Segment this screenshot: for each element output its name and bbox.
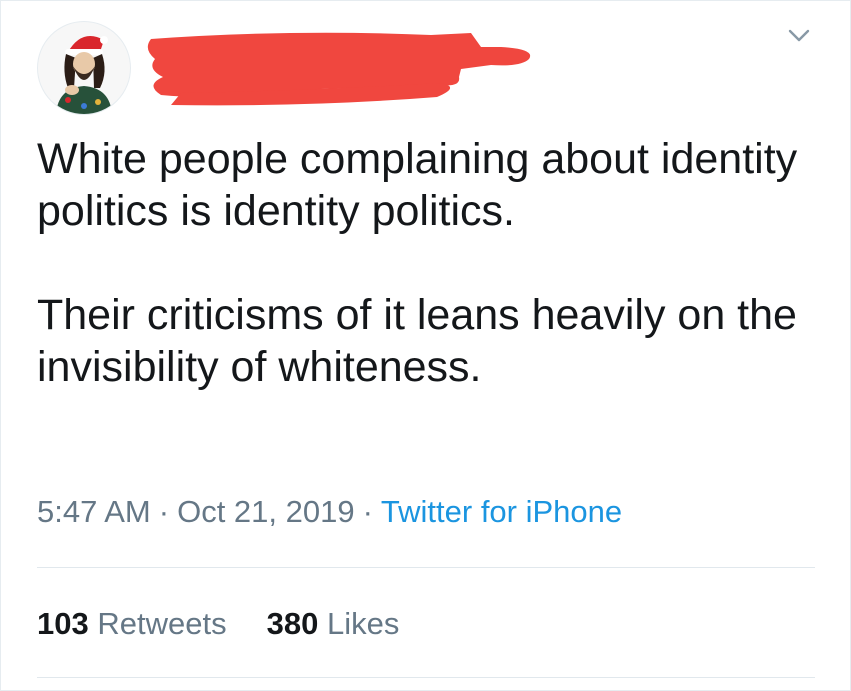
- retweets-stat[interactable]: 103 Retweets: [37, 606, 227, 641]
- chevron-down-icon[interactable]: [785, 23, 813, 47]
- likes-stat[interactable]: 380 Likes: [267, 606, 400, 641]
- avatar-illustration-icon: [56, 36, 112, 114]
- tweet-stats: 103 Retweets 380 Likes: [37, 605, 399, 643]
- tweet-date[interactable]: Oct 21, 2019: [177, 494, 355, 529]
- retweets-count: 103: [37, 606, 89, 641]
- tweet-paragraph: Their criticisms of it leans heavily on …: [37, 291, 797, 391]
- separator: ·: [362, 494, 373, 529]
- retweets-label: Retweets: [97, 606, 227, 641]
- likes-count: 380: [266, 606, 319, 641]
- divider: [37, 677, 815, 678]
- separator: ·: [158, 494, 170, 529]
- tweet-metadata: 5:47 AM · Oct 21, 2019 · Twitter for iPhone: [37, 493, 622, 531]
- tweet-text: White people complaining about identity …: [37, 133, 817, 393]
- tweet-time[interactable]: 5:47 AM: [37, 494, 151, 529]
- tweet-paragraph: White people complaining about identity …: [37, 135, 798, 235]
- redacted-username: [141, 25, 541, 115]
- tweet-source-link[interactable]: Twitter for iPhone: [381, 494, 622, 529]
- divider: [37, 567, 815, 568]
- avatar[interactable]: [37, 21, 131, 115]
- likes-label: Likes: [326, 606, 400, 641]
- tweet-card: White people complaining about identity …: [0, 0, 851, 691]
